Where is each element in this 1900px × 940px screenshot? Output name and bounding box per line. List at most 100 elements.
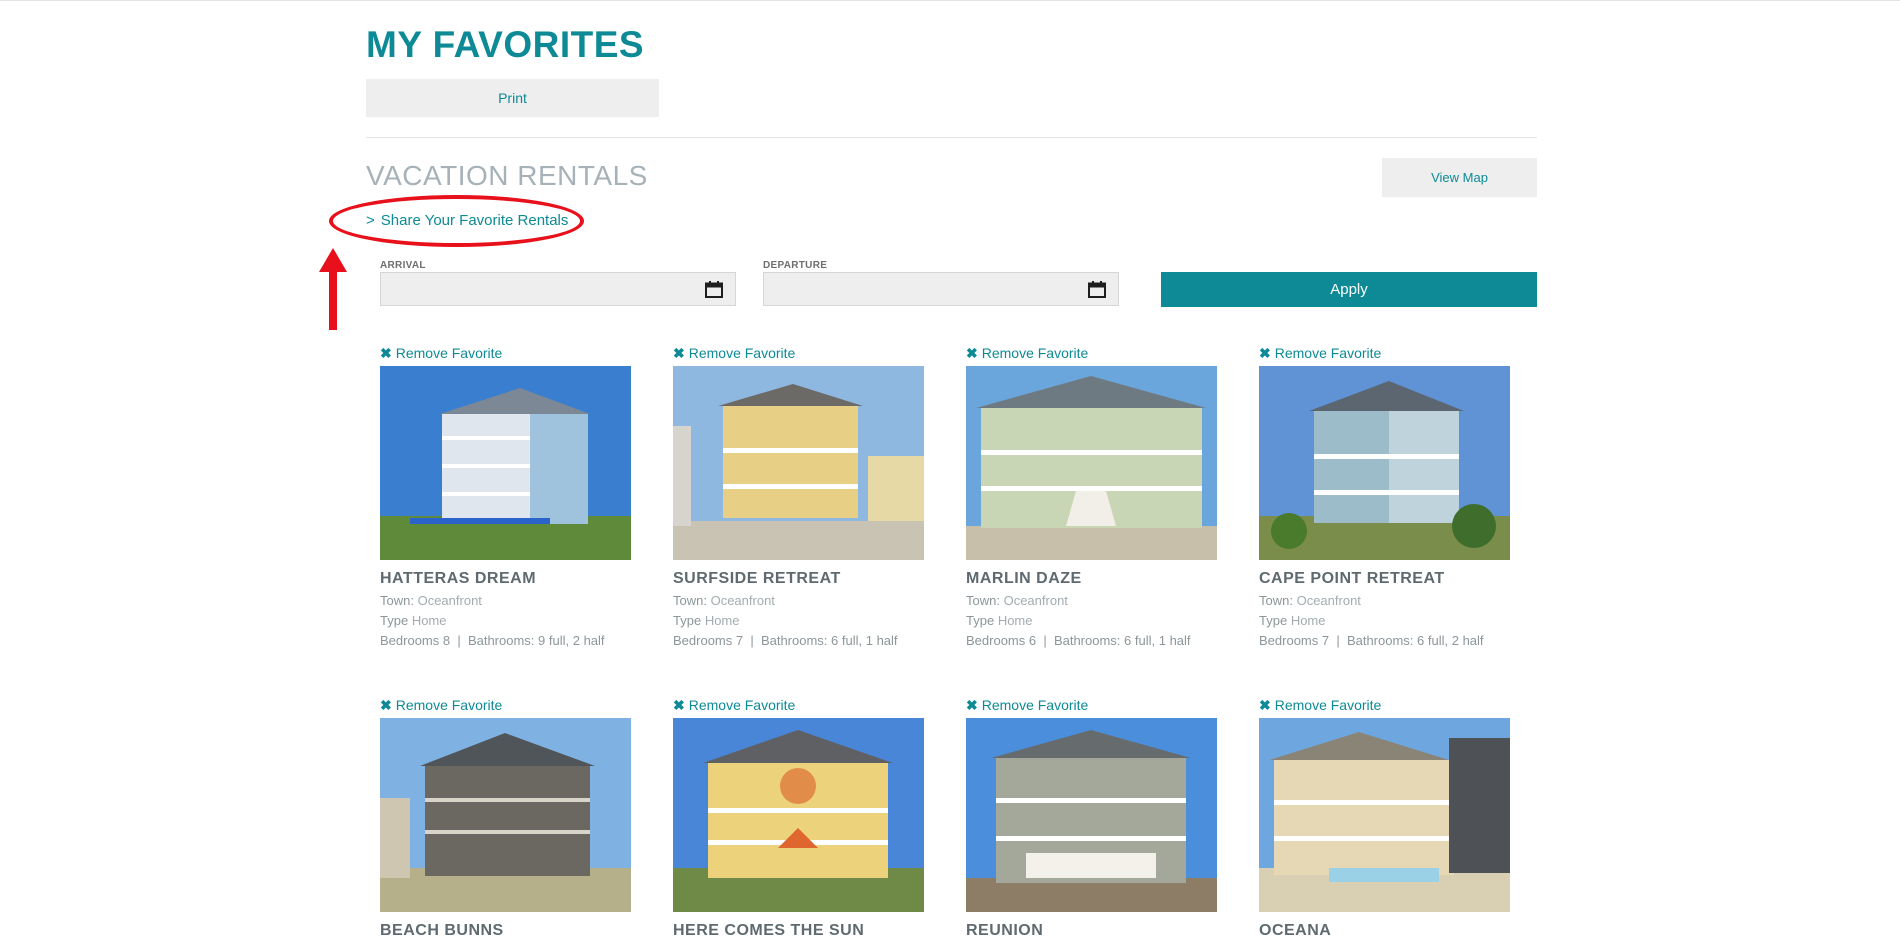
bedrooms-label: Bedrooms — [380, 633, 440, 648]
remove-favorite-label: Remove Favorite — [688, 697, 796, 713]
property-photo[interactable] — [966, 366, 1217, 560]
property-photo[interactable] — [380, 718, 631, 912]
close-icon: ✖ — [966, 696, 978, 713]
bathrooms-label: Bathrooms: — [760, 633, 828, 648]
close-icon: ✖ — [1259, 344, 1271, 361]
remove-favorite-button[interactable]: ✖ Remove Favorite — [1259, 696, 1511, 714]
property-card: ✖ Remove Favorite SURFSIDE RETREAT Town:… — [673, 344, 925, 648]
town-label: Town: — [380, 593, 414, 608]
type-label: Type — [673, 613, 702, 628]
type-label: Type — [380, 613, 409, 628]
property-name[interactable]: CAPE POINT RETREAT — [1259, 570, 1511, 588]
town-value: Oceanfront — [1296, 593, 1361, 608]
close-icon: ✖ — [380, 696, 392, 713]
property-photo[interactable] — [380, 366, 631, 560]
town-label: Town: — [966, 593, 1000, 608]
property-card: ✖ Remove Favorite BEACH BUNNS — [380, 696, 632, 940]
bedrooms-label: Bedrooms — [966, 633, 1026, 648]
town-value: Oceanfront — [1003, 593, 1068, 608]
remove-favorite-button[interactable]: ✖ Remove Favorite — [380, 696, 632, 714]
town-label: Town: — [673, 593, 707, 608]
property-name[interactable]: REUNION — [966, 922, 1218, 940]
property-name[interactable]: MARLIN DAZE — [966, 570, 1218, 588]
departure-input[interactable] — [764, 273, 1118, 305]
remove-favorite-label: Remove Favorite — [395, 345, 503, 361]
property-town: Town: Oceanfront — [380, 593, 632, 608]
calendar-icon[interactable] — [1088, 281, 1106, 298]
property-card: ✖ Remove Favorite REUNION — [966, 696, 1218, 940]
bathrooms-label: Bathrooms: — [1346, 633, 1414, 648]
top-border — [0, 0, 1900, 1]
type-value: Home — [997, 613, 1033, 628]
property-card: ✖ Remove Favorite CAPE POINT RETREAT Tow… — [1259, 344, 1511, 648]
close-icon: ✖ — [1259, 696, 1271, 713]
annotation-arrow-icon — [319, 248, 347, 330]
remove-favorite-label: Remove Favorite — [981, 345, 1089, 361]
bedrooms-label: Bedrooms — [673, 633, 733, 648]
property-name[interactable]: HERE COMES THE SUN — [673, 922, 925, 940]
bedrooms-value: 7 — [1321, 633, 1330, 648]
divider — [366, 137, 1537, 138]
property-name[interactable]: HATTERAS DREAM — [380, 570, 632, 588]
arrival-input[interactable] — [381, 273, 735, 305]
bathrooms-label: Bathrooms: — [1053, 633, 1121, 648]
remove-favorite-button[interactable]: ✖ Remove Favorite — [673, 696, 925, 714]
close-icon: ✖ — [673, 344, 685, 361]
property-card: ✖ Remove Favorite HERE COMES THE SUN — [673, 696, 925, 940]
property-town: Town: Oceanfront — [673, 593, 925, 608]
type-value: Home — [411, 613, 447, 628]
arrival-label: ARRIVAL — [380, 260, 426, 271]
property-type: Type Home — [380, 613, 632, 628]
bathrooms-value: 6 full, 1 half — [831, 633, 898, 648]
close-icon: ✖ — [673, 696, 685, 713]
page-title: MY FAVORITES — [366, 24, 645, 65]
calendar-icon[interactable] — [705, 281, 723, 298]
view-map-button[interactable]: View Map — [1382, 158, 1537, 197]
property-type: Type Home — [966, 613, 1218, 628]
apply-button[interactable]: Apply — [1161, 272, 1537, 307]
bedrooms-value: 8 — [442, 633, 451, 648]
property-rooms: Bedrooms 7 | Bathrooms: 6 full, 1 half — [673, 633, 898, 648]
remove-favorite-label: Remove Favorite — [981, 697, 1089, 713]
departure-field[interactable] — [763, 272, 1119, 306]
arrival-field[interactable] — [380, 272, 736, 306]
property-photo[interactable] — [673, 366, 924, 560]
property-card: ✖ Remove Favorite MARLIN DAZE Town: Ocea… — [966, 344, 1218, 648]
town-value: Oceanfront — [710, 593, 775, 608]
remove-favorite-button[interactable]: ✖ Remove Favorite — [380, 344, 632, 362]
close-icon: ✖ — [380, 344, 392, 361]
remove-favorite-label: Remove Favorite — [1274, 345, 1382, 361]
section-title: VACATION RENTALS — [366, 160, 648, 191]
town-value: Oceanfront — [417, 593, 482, 608]
remove-favorite-button[interactable]: ✖ Remove Favorite — [1259, 344, 1511, 362]
property-name[interactable]: SURFSIDE RETREAT — [673, 570, 925, 588]
property-name[interactable]: OCEANA — [1259, 922, 1511, 940]
remove-favorite-button[interactable]: ✖ Remove Favorite — [966, 344, 1218, 362]
property-rooms: Bedrooms 6 | Bathrooms: 6 full, 1 half — [966, 633, 1191, 648]
bathrooms-label: Bathrooms: — [467, 633, 535, 648]
property-photo[interactable] — [673, 718, 924, 912]
annotation-ellipse — [329, 195, 584, 247]
property-card: ✖ Remove Favorite HATTERAS DREAM Town: O… — [380, 344, 632, 648]
remove-favorite-label: Remove Favorite — [395, 697, 503, 713]
property-photo[interactable] — [966, 718, 1217, 912]
remove-favorite-label: Remove Favorite — [1274, 697, 1382, 713]
property-rooms: Bedrooms 7 | Bathrooms: 6 full, 2 half — [1259, 633, 1484, 648]
remove-favorite-button[interactable]: ✖ Remove Favorite — [673, 344, 925, 362]
property-rooms: Bedrooms 8 | Bathrooms: 9 full, 2 half — [380, 633, 605, 648]
property-photo[interactable] — [1259, 718, 1510, 912]
print-button[interactable]: Print — [366, 79, 659, 117]
town-label: Town: — [1259, 593, 1293, 608]
remove-favorite-button[interactable]: ✖ Remove Favorite — [966, 696, 1218, 714]
bathrooms-value: 6 full, 1 half — [1124, 633, 1191, 648]
bedrooms-value: 6 — [1028, 633, 1037, 648]
property-type: Type Home — [673, 613, 925, 628]
property-card: ✖ Remove Favorite OCEANA — [1259, 696, 1511, 940]
bedrooms-label: Bedrooms — [1259, 633, 1319, 648]
property-name[interactable]: BEACH BUNNS — [380, 922, 632, 940]
bedrooms-value: 7 — [735, 633, 744, 648]
bathrooms-value: 6 full, 2 half — [1417, 633, 1484, 648]
close-icon: ✖ — [966, 344, 978, 361]
remove-favorite-label: Remove Favorite — [688, 345, 796, 361]
property-photo[interactable] — [1259, 366, 1510, 560]
